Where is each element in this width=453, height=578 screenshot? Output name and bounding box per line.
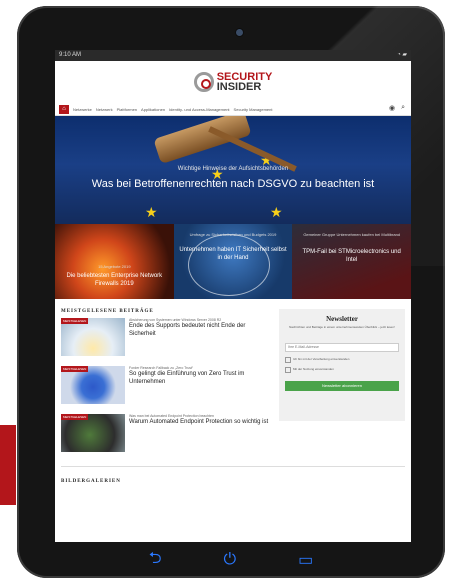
- article-badge: MEISTGELESEN: [61, 366, 89, 372]
- home-icon[interactable]: ⌂: [59, 104, 69, 114]
- home-button-icon[interactable]: ⏻: [224, 551, 237, 569]
- tile-tag: Umfrage zu Sicherheitsrisiken und Budget…: [189, 232, 277, 237]
- most-read-section: MEISTGELESENE BEITRÄGE MEISTGELESEN Absi…: [61, 309, 271, 462]
- list-item[interactable]: MEISTGELESEN Forder Research Fallback zu…: [61, 366, 271, 404]
- article-title[interactable]: Ende des Supports bedeutet nicht Ende de…: [129, 322, 271, 338]
- hero-eyebrow: Wichtige Hinweise der Aufsichtsbehörden: [177, 166, 289, 172]
- user-icon[interactable]: ◉: [389, 104, 395, 112]
- consent-label: Ich bin mit der Verarbeitung einverstand…: [293, 357, 350, 361]
- front-camera: [235, 28, 244, 37]
- featured-tile[interactable]: Gemeiner Gruppe Unternehmen kaufen bei M…: [292, 224, 411, 299]
- email-field[interactable]: [285, 342, 399, 352]
- list-item[interactable]: MEISTGELESEN Was man bei Automated Endpo…: [61, 414, 271, 452]
- consent-row: Mit der Nutzung einverstanden: [285, 367, 399, 373]
- system-icons: ◔ ▰: [397, 52, 407, 58]
- tile-tag: 15 Angebote 2019: [98, 264, 131, 269]
- newsletter-heading: Newsletter: [326, 315, 358, 323]
- nav-item-applikationen[interactable]: Applikationen: [141, 107, 165, 112]
- site-header: SECURITY INSIDER: [55, 61, 411, 103]
- featured-tiles: 15 Angebote 2019 Die beliebtesten Enterp…: [55, 224, 411, 299]
- nav-item-plattformen[interactable]: Plattformen: [117, 107, 137, 112]
- tile-tag: Gemeiner Gruppe Unternehmen kaufen bei M…: [303, 232, 401, 237]
- side-accent-bar: [0, 425, 16, 505]
- newsletter-subscribe-button[interactable]: Newsletter abonnieren: [285, 381, 399, 391]
- search-icon[interactable]: ⌕: [401, 104, 405, 112]
- list-item[interactable]: MEISTGELESEN Absicherung von Systemen un…: [61, 318, 271, 356]
- newsletter-box: Newsletter Nachrichten und Beiträge in e…: [279, 309, 405, 421]
- most-read-heading: MEISTGELESENE BEITRÄGE: [61, 309, 154, 314]
- star-icon: ★: [145, 204, 158, 220]
- section-divider: [61, 466, 405, 467]
- tile-title[interactable]: TPM-Fail bei STMicroelectronics und Inte…: [296, 248, 407, 264]
- nav-item-netzwerk[interactable]: Netzwerk: [96, 107, 113, 112]
- device-navigation-bar: ⮌ ⏻ ▭: [17, 542, 445, 578]
- article-thumbnail[interactable]: MEISTGELESEN: [61, 414, 125, 452]
- status-time: 9:10 AM: [59, 52, 82, 58]
- ring-graphic: [187, 234, 270, 296]
- article-badge: MEISTGELESEN: [61, 318, 89, 324]
- nav-item-iam[interactable]: Identity- und Access-Management: [169, 107, 229, 112]
- back-icon[interactable]: ⮌: [149, 547, 162, 574]
- tile-title[interactable]: Die beliebtesten Enterprise Network Fire…: [59, 272, 170, 288]
- consent-checkbox[interactable]: [285, 367, 291, 373]
- gallery-section: BILDERGALERIEN: [55, 471, 411, 496]
- featured-tile[interactable]: Umfrage zu Sicherheitsrisiken und Budget…: [173, 224, 293, 299]
- nav-item-security-management[interactable]: Security Management: [234, 107, 273, 112]
- consent-checkbox[interactable]: [285, 357, 291, 363]
- article-title[interactable]: So gelingt die Einführung von Zero Trust…: [129, 370, 271, 386]
- hero-headline[interactable]: Was bei Betroffenenrechten nach DSGVO zu…: [75, 177, 391, 191]
- newsletter-subtitle: Nachrichten und Beiträge in einem untern…: [289, 325, 395, 329]
- hero-article[interactable]: ★ ★ ★ ★ ★ Wichtige Hinweise der Aufsicht…: [55, 116, 411, 224]
- consent-row: Ich bin mit der Verarbeitung einverstand…: [285, 357, 399, 363]
- tile-title[interactable]: Unternehmen haben IT Sicherheit selbst i…: [178, 246, 289, 262]
- status-bar: 9:10 AM ◔ ▰: [55, 50, 411, 61]
- article-thumbnail[interactable]: MEISTGELESEN: [61, 366, 125, 404]
- nav-item-netzwerke[interactable]: Netzwerke: [73, 107, 92, 112]
- gallery-heading: BILDERGALERIEN: [61, 479, 121, 484]
- tablet-device: 9:10 AM ◔ ▰ SECURITY INSIDER ⌂ Netzwerke…: [17, 6, 445, 578]
- star-icon: ★: [270, 204, 283, 220]
- content-area: MEISTGELESENE BEITRÄGE MEISTGELESEN Absi…: [55, 299, 411, 462]
- logo-icon: [193, 72, 214, 92]
- consent-label: Mit der Nutzung einverstanden: [293, 367, 334, 371]
- article-title[interactable]: Warum Automated Endpoint Protection so w…: [129, 418, 268, 426]
- logo-line2: INSIDER: [216, 81, 262, 93]
- tablet-screen: 9:10 AM ◔ ▰ SECURITY INSIDER ⌂ Netzwerke…: [55, 50, 411, 542]
- recents-icon[interactable]: ▭: [298, 550, 313, 570]
- main-navigation: ⌂ Netzwerke Netzwerk Plattformen Applika…: [55, 103, 411, 116]
- article-badge: MEISTGELESEN: [61, 414, 89, 420]
- site-logo[interactable]: SECURITY INSIDER: [216, 72, 273, 93]
- sidebar: Newsletter Nachrichten und Beiträge in e…: [271, 309, 405, 462]
- article-thumbnail[interactable]: MEISTGELESEN: [61, 318, 125, 356]
- featured-tile[interactable]: 15 Angebote 2019 Die beliebtesten Enterp…: [55, 224, 174, 299]
- nav-actions: ◉ ⌕: [389, 104, 405, 112]
